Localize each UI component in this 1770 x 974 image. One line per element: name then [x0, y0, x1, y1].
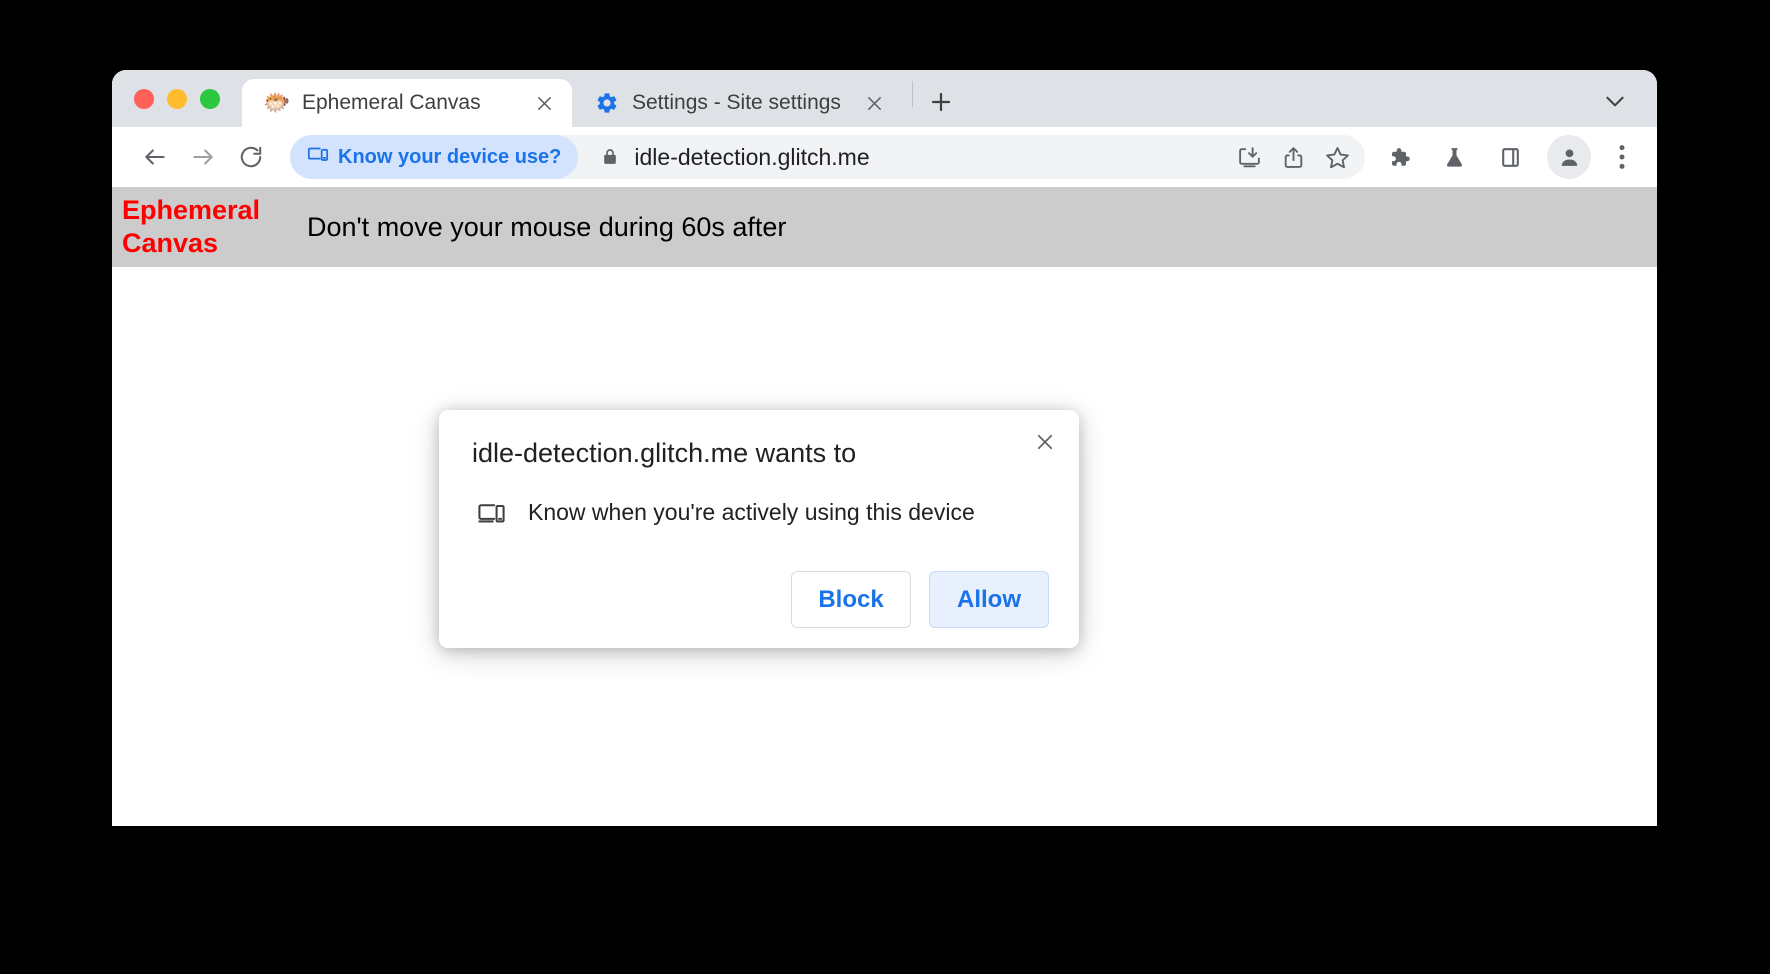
permission-dialog-title: idle-detection.glitch.me wants to — [472, 438, 857, 468]
page-instruction-text: Don't move your mouse during 60s after — [307, 211, 787, 242]
permission-dialog-actions: Block Allow — [472, 571, 1053, 629]
lock-icon[interactable] — [599, 146, 621, 168]
allow-button[interactable]: Allow — [929, 571, 1049, 629]
permission-item: Know when you're actively using this dev… — [472, 497, 1053, 527]
page-viewport: Ephemeral Canvas Don't move your mouse d… — [112, 187, 1657, 826]
browser-window: 🐡 Ephemeral Canvas Settings - Site setti… — [112, 70, 1657, 826]
pufferfish-icon: 🐡 — [263, 90, 291, 115]
tab-close-icon[interactable] — [860, 89, 888, 117]
share-icon[interactable] — [1271, 135, 1315, 179]
browser-toolbar: Know your device use? idle-detection.gli… — [112, 127, 1657, 187]
chevron-down-icon[interactable] — [1591, 77, 1639, 125]
install-page-icon[interactable] — [1227, 135, 1271, 179]
window-minimize-button[interactable] — [167, 88, 187, 109]
permission-item-label: Know when you're actively using this dev… — [528, 498, 975, 525]
reload-button[interactable] — [228, 134, 274, 180]
url-text[interactable]: idle-detection.glitch.me — [634, 144, 1227, 171]
back-button[interactable] — [132, 134, 178, 180]
permission-chip-device-use[interactable]: Know your device use? — [290, 135, 579, 179]
block-button[interactable]: Block — [791, 571, 911, 629]
omnibox[interactable]: Know your device use? idle-detection.gli… — [290, 135, 1365, 179]
page-banner: Ephemeral Canvas Don't move your mouse d… — [112, 187, 1657, 267]
permission-dialog: idle-detection.glitch.me wants to Know w… — [439, 410, 1079, 649]
profile-avatar[interactable] — [1547, 135, 1591, 179]
gear-icon — [594, 90, 620, 116]
tab-title: Ephemeral Canvas — [302, 91, 481, 114]
experiments-flask-icon[interactable] — [1431, 134, 1477, 180]
tab-separator — [912, 80, 913, 107]
screenshot-root: 🐡 Ephemeral Canvas Settings - Site setti… — [0, 0, 1770, 974]
tab-close-icon[interactable] — [530, 89, 558, 117]
side-panel-icon[interactable] — [1487, 134, 1533, 180]
device-use-icon — [476, 497, 506, 527]
window-maximize-button[interactable] — [200, 88, 220, 109]
window-traffic-lights — [134, 70, 242, 127]
close-icon[interactable] — [1029, 426, 1061, 458]
bookmark-star-icon[interactable] — [1315, 135, 1359, 179]
device-use-icon — [307, 143, 329, 171]
extensions-puzzle-icon[interactable] — [1375, 134, 1421, 180]
tab-strip: 🐡 Ephemeral Canvas Settings - Site setti… — [112, 70, 1657, 127]
tab-settings-site-settings[interactable]: Settings - Site settings — [572, 79, 902, 127]
chrome-menu-icon[interactable] — [1601, 134, 1643, 180]
banner-inner: Ephemeral Canvas Don't move your mouse d… — [112, 188, 1657, 266]
tab-ephemeral-canvas[interactable]: 🐡 Ephemeral Canvas — [242, 79, 572, 127]
new-tab-button[interactable] — [919, 80, 963, 124]
page-title: Ephemeral Canvas — [122, 195, 261, 258]
tab-title: Settings - Site settings — [632, 91, 841, 114]
window-close-button[interactable] — [134, 88, 154, 109]
permission-chip-label: Know your device use? — [338, 145, 562, 168]
forward-button[interactable] — [180, 134, 226, 180]
